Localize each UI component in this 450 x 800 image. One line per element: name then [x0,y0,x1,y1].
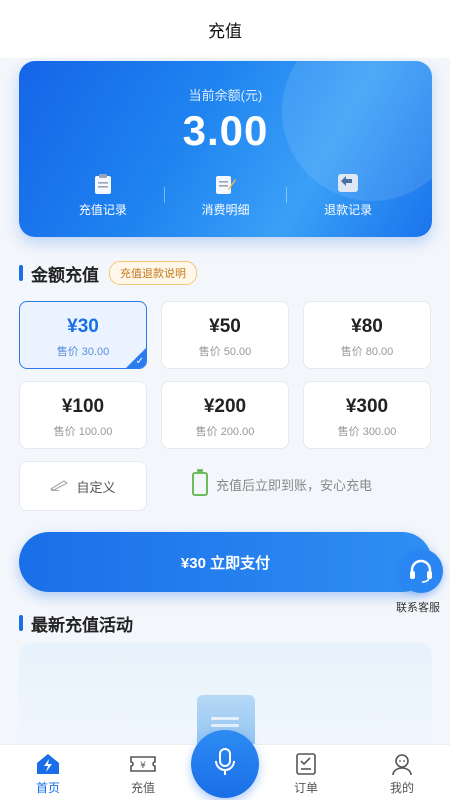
recharge-records-label: 充值记录 [78,203,127,217]
refund-records-button[interactable]: 退款记录 [293,173,403,223]
refund-policy-link[interactable]: 充值退款说明 [109,261,197,285]
amount-option-200[interactable]: ¥200 售价 200.00 [161,381,289,449]
option-sale-price: 售价 50.00 [198,346,252,358]
refund-records-label: 退款记录 [324,203,373,217]
recharge-section-header: 金额充值 充值退款说明 [19,261,197,285]
amount-option-300[interactable]: ¥300 售价 300.00 [303,381,431,449]
page-title: 充值 [208,21,242,41]
option-sale-price: 售价 80.00 [340,346,394,358]
clipboard-icon [48,173,158,197]
microphone-icon [213,747,237,782]
activities-section-title: 最新充值活动 [31,615,133,635]
amount-option-80[interactable]: ¥80 售价 80.00 [303,301,431,369]
tab-orders-label: 订单 [293,781,318,795]
tab-orders[interactable]: 订单 [276,751,336,796]
option-sale-price: 售价 100.00 [53,426,113,438]
option-price: ¥30 [67,316,99,337]
customer-service-label: 联系客服 [396,602,440,614]
consumption-details-label: 消费明细 [201,203,250,217]
tab-mine-label: 我的 [389,781,414,795]
tab-recharge-label: 充值 [130,781,155,795]
tab-mine[interactable]: 我的 [372,751,432,796]
headset-icon [399,549,443,593]
top-bar: 充值 [0,0,450,58]
voice-button[interactable] [191,730,259,798]
ticket-yen-icon: ¥ [113,751,173,777]
option-price: ¥50 [209,316,241,337]
section-bar [19,615,23,631]
consumption-details-button[interactable]: 消费明细 [170,173,280,223]
balance-actions: 充值记录 消费明细 退款记录 [19,173,432,223]
tab-recharge[interactable]: ¥ 充值 [113,751,173,796]
pen-icon [50,478,69,494]
tab-home[interactable]: 首页 [18,751,78,796]
option-sale-price: 售价 300.00 [337,426,397,438]
user-icon [372,751,432,777]
balance-label: 当前余额(元) [188,88,263,103]
balance-amount: 3.00 [182,107,269,154]
memo-icon [170,173,280,197]
amount-option-50[interactable]: ¥50 售价 50.00 [161,301,289,369]
activities-section-header: 最新充值活动 [19,612,133,635]
check-icon: ✓ [135,356,144,367]
recharge-records-button[interactable]: 充值记录 [48,173,158,223]
custom-amount-label: 自定义 [76,479,116,495]
amount-option-30[interactable]: ¥30 售价 30.00 ✓ [19,301,147,369]
option-sale-price: 售价 200.00 [195,426,255,438]
amount-option-100[interactable]: ¥100 售价 100.00 [19,381,147,449]
option-price: ¥80 [351,316,383,337]
home-lightning-icon [18,751,78,777]
option-price: ¥100 [61,396,105,417]
custom-amount-button[interactable]: 自定义 [19,461,147,511]
return-arrow-icon [293,173,403,197]
customer-service-button[interactable]: 联系客服 [396,549,446,615]
option-price: ¥200 [203,396,247,417]
section-bar [19,265,23,281]
instant-credit-notice: 充值后立即到账，安心充电 [192,469,373,496]
svg-text:¥: ¥ [140,761,146,771]
balance-card: 当前余额(元) 3.00 充值记录 消费明细 退款记录 [19,61,432,237]
order-list-icon [276,751,336,777]
pay-now-button[interactable]: ¥30 立即支付 [19,532,432,592]
notice-text: 充值后立即到账，安心充电 [216,477,373,493]
battery-icon [192,469,208,496]
tab-home-label: 首页 [35,781,60,795]
divider [286,187,288,203]
option-price: ¥300 [345,396,389,417]
recharge-section-title: 金额充值 [31,265,99,285]
divider [163,187,165,203]
